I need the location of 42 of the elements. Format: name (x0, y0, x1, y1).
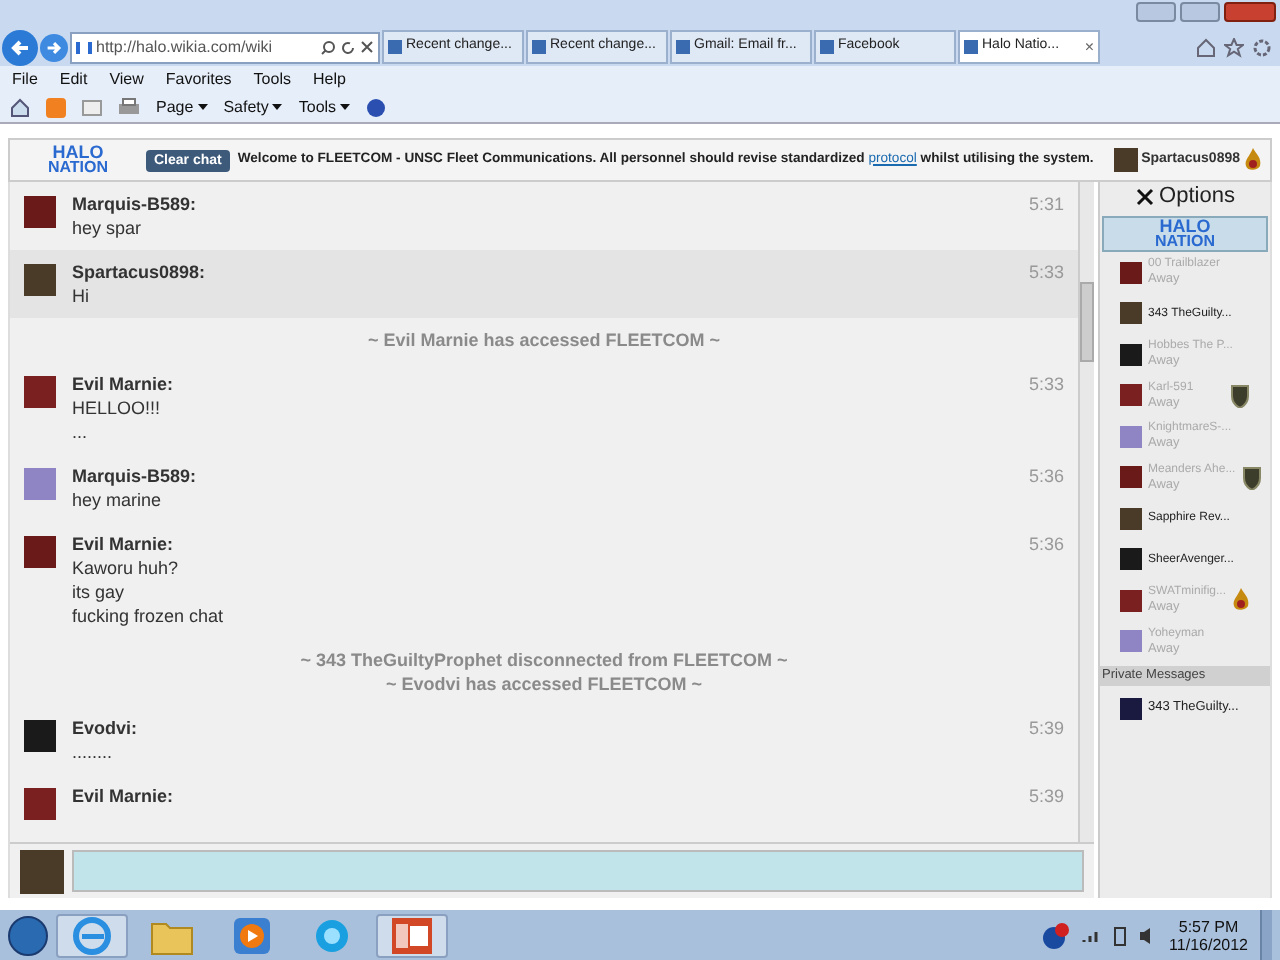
tab-close[interactable]: × (1084, 35, 1094, 59)
message-text: Kaworu huh? (72, 556, 181, 580)
message-text: its gay (72, 580, 127, 604)
timestamp: 5:33 (1028, 260, 1064, 286)
message-text: ... (72, 420, 90, 444)
command-menu[interactable]: Safety (223, 95, 283, 119)
username: Evodvi: (72, 716, 140, 740)
system-notice: ~ Evil Marnie has accessed FLEETCOM ~ (367, 328, 721, 352)
username: Spartacus0898: (72, 260, 208, 284)
halo-nation-banner: HALO NATION (1102, 216, 1268, 252)
message-text: hey marine (72, 488, 164, 512)
username: Evil Marnie: (72, 372, 176, 396)
message-text: Hi (72, 284, 91, 308)
clock[interactable]: 5:57 PM 11/16/2012 (1169, 917, 1248, 953)
message-text: hey spar (72, 216, 144, 240)
timestamp: 5:39 (1028, 784, 1064, 810)
timestamp: 5:36 (1028, 532, 1064, 558)
message-text: HELLOO!!! (72, 396, 163, 420)
command-menu[interactable]: Page (156, 95, 208, 119)
system-notice: ~ Evodvi has accessed FLEETCOM ~ (385, 672, 703, 696)
username: Marquis-B589: (72, 192, 199, 216)
menu-item[interactable]: File (12, 67, 38, 91)
menu-item[interactable]: Favorites (165, 67, 232, 91)
timestamp: 5:31 (1028, 192, 1064, 218)
timestamp: 5:39 (1028, 716, 1064, 742)
username: Marquis-B589: (72, 464, 199, 488)
command-menu[interactable]: Tools (298, 95, 351, 119)
menu-item[interactable]: Edit (59, 67, 88, 91)
address-text: http://halo.wikia.com/wiki (96, 35, 275, 59)
address-bar[interactable]: http://halo.wikia.com/wiki (70, 31, 380, 63)
menu-item[interactable]: Help (312, 67, 346, 91)
message-text: fucking frozen chat (72, 604, 226, 628)
options-button[interactable]: Options (1159, 180, 1235, 214)
message-text: ........ (72, 740, 115, 764)
system-notice: ~ 343 TheGuiltyProphet disconnected from FLEETCOM ~ (300, 648, 788, 672)
timestamp: 5:36 (1028, 464, 1064, 490)
menu-item[interactable]: View (109, 67, 144, 91)
username: Evil Marnie: (72, 784, 176, 808)
timestamp: 5:33 (1028, 372, 1064, 398)
menu-item[interactable]: Tools (253, 67, 291, 91)
halo-nation-logo: HALO NATION (45, 144, 111, 176)
username: Evil Marnie: (72, 532, 176, 556)
